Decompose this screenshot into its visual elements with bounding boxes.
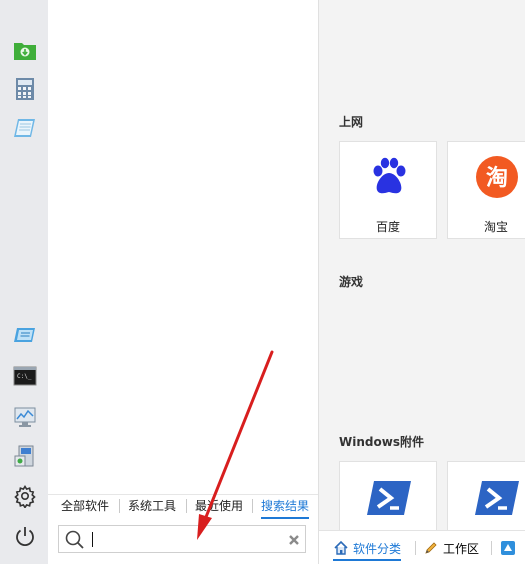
powershell-icon — [475, 481, 519, 515]
app-label: 淘宝 — [483, 220, 508, 234]
section-title-windows-accessories: Windows附件 — [339, 435, 424, 449]
section-title-internet: 上网 — [339, 115, 364, 129]
taobao-icon: 淘 — [476, 156, 518, 198]
tab-label: 软件分类 — [353, 541, 402, 556]
performance-monitor-icon[interactable] — [12, 404, 38, 430]
tab-label: 工作区 — [443, 541, 480, 556]
tab-recently-used[interactable]: 最近使用 — [195, 495, 243, 517]
search-input[interactable] — [91, 529, 285, 551]
settings-icon[interactable] — [12, 483, 38, 509]
clear-search-icon[interactable] — [288, 534, 300, 546]
tab-divider — [252, 499, 253, 513]
tab-divider — [491, 541, 492, 555]
app-store-icon — [501, 541, 515, 555]
downloads-folder-icon[interactable] — [12, 37, 38, 63]
tab-search-results[interactable]: 搜索结果 — [261, 495, 310, 519]
home-icon — [334, 540, 348, 555]
bottom-tab-bar: 软件分类 工作区 — [319, 530, 525, 565]
app-label: 百度 — [375, 220, 400, 234]
category-panel: 上网 百度 淘 淘宝 游戏 Windows附件 — [319, 0, 525, 564]
search-box[interactable] — [58, 525, 306, 553]
tab-all-software[interactable]: 全部软件 — [61, 495, 109, 517]
power-icon[interactable] — [12, 523, 38, 549]
pencil-icon — [425, 542, 437, 554]
list-tabs: 全部软件 系统工具 最近使用 搜索结果 — [48, 494, 318, 519]
search-icon — [65, 530, 84, 549]
control-panel-icon[interactable] — [12, 443, 38, 469]
app-list-panel: 全部软件 系统工具 最近使用 搜索结果 — [48, 0, 319, 564]
command-prompt-icon[interactable]: C:\_ — [12, 363, 38, 389]
baidu-paw-icon — [373, 157, 406, 194]
app-tile-taobao[interactable]: 淘 淘宝 — [447, 141, 525, 239]
notepad-icon[interactable] — [12, 115, 38, 141]
app-tile-baidu[interactable]: 百度 — [339, 141, 437, 239]
icon-rail: C:\_ — [0, 0, 49, 564]
section-title-games: 游戏 — [339, 275, 364, 289]
tab-system-tools[interactable]: 系统工具 — [128, 495, 176, 517]
tab-more[interactable] — [500, 537, 516, 559]
tab-divider — [186, 499, 187, 513]
text-cursor — [92, 532, 93, 547]
tab-divider — [119, 499, 120, 513]
svg-text:淘: 淘 — [486, 165, 508, 191]
svg-text:C:\_: C:\_ — [17, 373, 32, 380]
calculator-icon[interactable] — [12, 76, 38, 102]
tab-software-categories[interactable]: 软件分类 — [333, 537, 402, 561]
tab-divider — [415, 541, 416, 555]
tab-workspace[interactable]: 工作区 — [423, 537, 479, 559]
remote-desktop-icon[interactable] — [12, 323, 38, 349]
powershell-icon — [367, 481, 411, 515]
